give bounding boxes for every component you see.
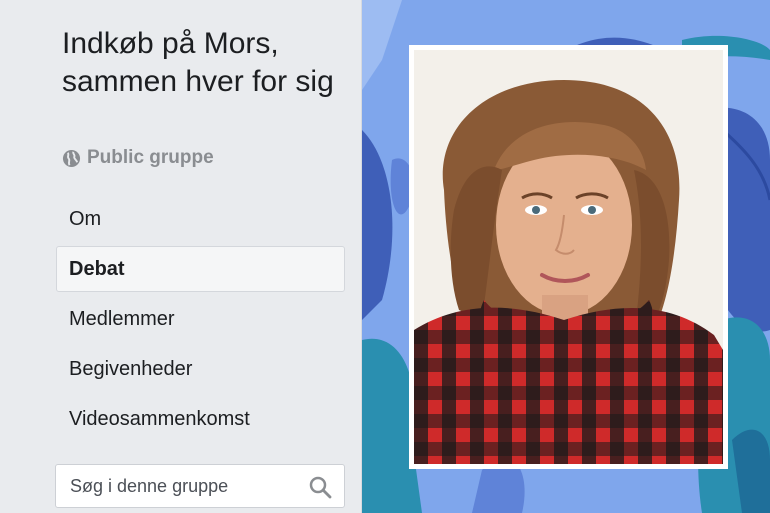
cover-photo[interactable] bbox=[362, 0, 770, 513]
privacy-label: Public gruppe bbox=[87, 147, 214, 168]
portrait-illustration bbox=[414, 50, 723, 464]
globe-icon bbox=[62, 149, 81, 167]
nav-item-label: Debat bbox=[69, 257, 125, 280]
nav-item-om[interactable]: Om bbox=[56, 196, 345, 242]
nav-item-medlemmer[interactable]: Medlemmer bbox=[56, 296, 345, 342]
nav-item-label: Videosammenkomst bbox=[69, 407, 250, 430]
nav-item-label: Begivenheder bbox=[69, 357, 193, 380]
nav-item-videosammenkomst[interactable]: Videosammenkomst bbox=[56, 396, 345, 442]
group-search bbox=[55, 464, 345, 508]
featured-photo-frame[interactable] bbox=[409, 45, 728, 469]
group-sidebar: Indkøb på Mors, sammen hver for sig Publ… bbox=[0, 0, 362, 513]
group-title[interactable]: Indkøb på Mors, sammen hver for sig bbox=[62, 25, 347, 101]
search-input[interactable] bbox=[56, 474, 302, 498]
search-icon[interactable] bbox=[308, 475, 332, 499]
group-nav: Om Debat Medlemmer Begivenheder Videosam… bbox=[56, 196, 345, 446]
nav-item-debat[interactable]: Debat bbox=[56, 246, 345, 292]
group-privacy: Public gruppe bbox=[62, 146, 214, 170]
nav-item-label: Medlemmer bbox=[69, 307, 175, 330]
featured-photo bbox=[414, 50, 723, 464]
nav-item-begivenheder[interactable]: Begivenheder bbox=[56, 346, 345, 392]
nav-item-label: Om bbox=[69, 207, 102, 230]
